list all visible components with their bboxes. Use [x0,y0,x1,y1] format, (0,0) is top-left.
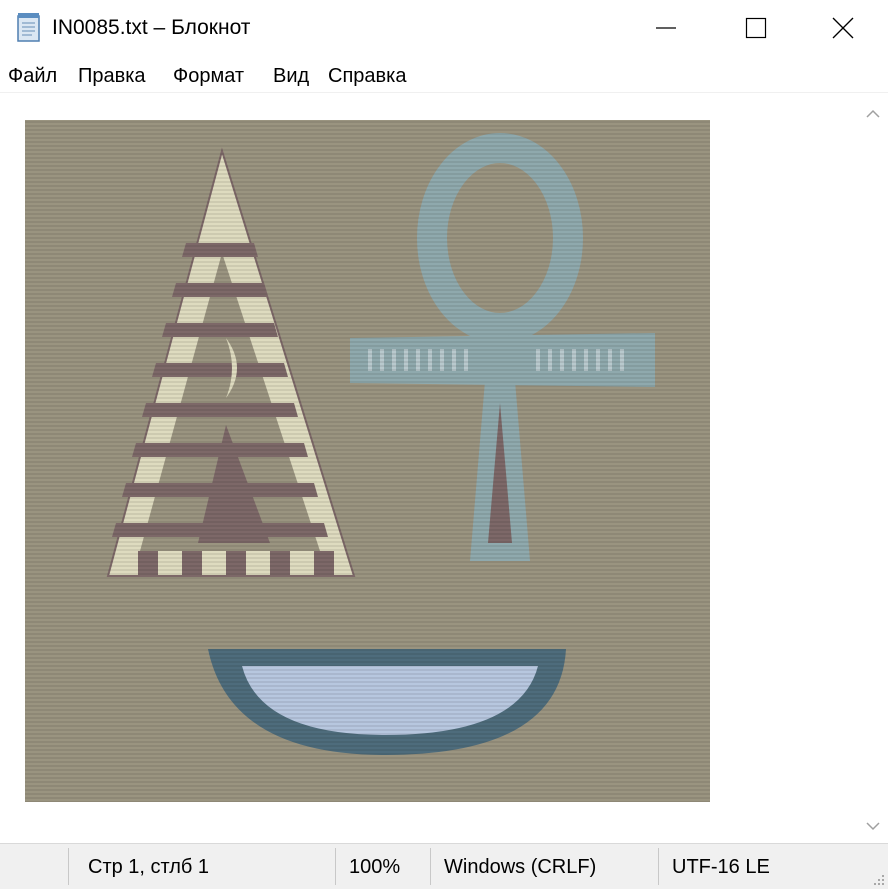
maximize-button[interactable] [711,0,801,56]
title-bar[interactable]: IN0085.txt – Блокнот [0,0,888,56]
cursor-position: Стр 1, стлб 1 [88,856,210,878]
menu-help[interactable]: Справка [328,64,406,88]
resize-grip-icon[interactable] [871,872,885,886]
maximize-icon [745,17,767,39]
status-divider [335,848,336,885]
close-icon [832,17,854,39]
status-divider [430,848,431,885]
close-button[interactable] [798,0,888,56]
vertical-scrollbar[interactable] [858,93,888,843]
window-title: IN0085.txt – Блокнот [52,16,251,39]
ascii-art-image [25,120,710,802]
text-editor[interactable] [0,93,858,843]
scroll-up-icon[interactable] [864,105,882,123]
status-bar: Стр 1, стлб 1 100% Windows (CRLF) UTF-16… [0,843,888,889]
scroll-down-icon[interactable] [864,817,882,835]
notepad-icon [15,12,43,42]
zoom-level: 100% [349,856,401,878]
line-endings: Windows (CRLF) [444,856,597,878]
encoding: UTF-16 LE [672,856,770,878]
menu-view[interactable]: Вид [273,64,309,88]
menu-bar: Файл Правка Формат Вид Справка [0,60,888,92]
minimize-icon [656,27,676,29]
scanline-texture [25,120,710,802]
menu-edit[interactable]: Правка [78,64,146,88]
minimize-button[interactable] [621,0,711,56]
status-divider [68,848,69,885]
status-divider [658,848,659,885]
menu-file[interactable]: Файл [8,64,57,88]
menu-format[interactable]: Формат [173,64,244,88]
